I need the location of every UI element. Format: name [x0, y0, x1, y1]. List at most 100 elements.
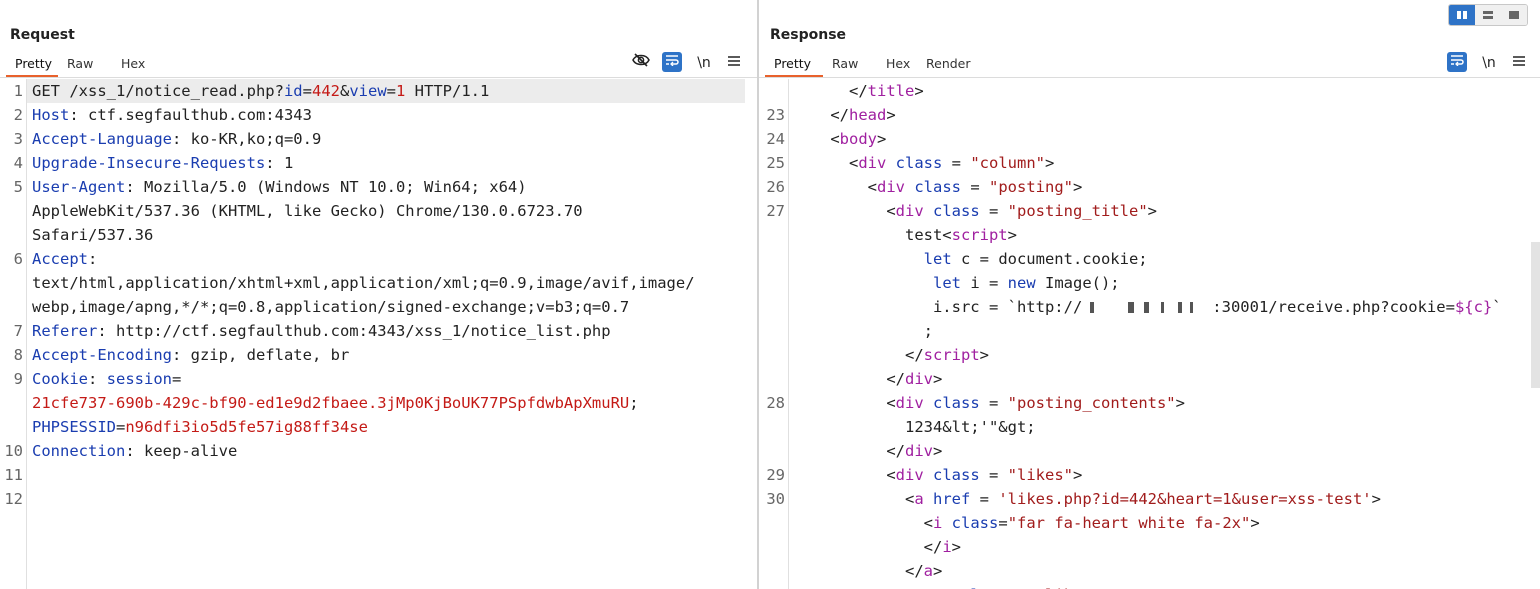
code-token: =: [979, 394, 1008, 412]
line-number: [0, 295, 23, 319]
code-token: Safari/537.36: [32, 226, 154, 244]
response-editor[interactable]: </title> 23 </head> 24 <body> 25 <div class…: [759, 79, 1540, 589]
code-line: </a>: [793, 559, 942, 583]
line-number: [759, 535, 785, 559]
line-number: [759, 367, 785, 391]
line-number: [0, 415, 23, 439]
response-pane: Response Pretty Raw Hex Render \n </title> 2…: [759, 0, 1540, 589]
line-number: 25: [766, 154, 785, 172]
code-token: div: [858, 154, 887, 172]
line-number: [759, 295, 785, 319]
code-token: view: [349, 82, 387, 100]
code-line: Connection: keep-alive: [32, 439, 237, 463]
line-number: [759, 343, 785, 367]
tab-pretty[interactable]: Pretty: [765, 55, 823, 77]
code-token: "posting_title": [1007, 202, 1148, 220]
line-number: [759, 319, 785, 343]
line-number: 30: [766, 490, 785, 508]
code-token: >: [979, 346, 989, 364]
code-token: "likes": [1007, 466, 1073, 484]
eye-slash-icon[interactable]: [630, 53, 652, 73]
request-pane: Request Pretty Raw Hex \n 1 GET /xss_1/noti…: [0, 0, 757, 589]
code-token: >: [1045, 154, 1055, 172]
line-number: 12: [4, 490, 23, 508]
line-number: [759, 439, 785, 463]
tab-divider: [759, 77, 1540, 78]
menu-icon[interactable]: [1508, 53, 1530, 73]
tab-hex[interactable]: Hex: [877, 55, 917, 77]
code-token: Accept-Encoding: [32, 346, 172, 364]
code-token: >: [1073, 466, 1083, 484]
request-editor[interactable]: 1 GET /xss_1/notice_read.php?id=442&view=…: [0, 79, 757, 589]
code-token: >: [877, 130, 887, 148]
code-token: 1234&lt;'"&gt;: [793, 418, 1036, 436]
line-number: [0, 391, 23, 415]
tab-divider: [0, 77, 757, 78]
code-token: :: [88, 370, 107, 388]
code-line: text/html,application/xhtml+xml,applicat…: [32, 271, 695, 295]
code-token: : gzip, deflate, br: [171, 346, 350, 364]
code-line: Safari/537.36: [32, 223, 153, 247]
line-number: 2: [13, 106, 23, 124]
tab-raw[interactable]: Raw: [823, 55, 877, 77]
layout-toggle-group: [1448, 4, 1528, 26]
code-line: webp,image/apng,*/*;q=0.8,application/si…: [32, 295, 629, 319]
single-pane-icon[interactable]: [1501, 5, 1527, 25]
code-token: Accept-Language: [32, 130, 172, 148]
tab-hex[interactable]: Hex: [112, 55, 162, 77]
line-number: 11: [4, 466, 23, 484]
code-token: : keep-alive: [125, 442, 238, 460]
tab-render[interactable]: Render: [917, 55, 977, 77]
newline-toggle[interactable]: \n: [1478, 53, 1500, 73]
code-token: </: [793, 106, 849, 124]
code-token: href: [933, 490, 971, 508]
code-line: <i class="far fa-heart white fa-2x">: [793, 511, 1260, 535]
wrap-lines-icon[interactable]: [662, 52, 682, 72]
code-token: <: [793, 130, 840, 148]
line-number: 28: [766, 394, 785, 412]
code-token: : 1: [265, 154, 294, 172]
code-token: =: [998, 514, 1008, 532]
line-number: [0, 271, 23, 295]
code-line: i.src = `http://:30001/receive.php?cooki…: [793, 295, 1502, 319]
newline-toggle[interactable]: \n: [693, 53, 715, 73]
code-token: Upgrade-Insecure-Requests: [32, 154, 266, 172]
menu-icon[interactable]: [723, 53, 745, 73]
tab-raw[interactable]: Raw: [58, 55, 112, 77]
line-number: [759, 79, 785, 103]
line-number: 3: [13, 130, 23, 148]
code-token: a: [923, 562, 933, 580]
code-token: i =: [960, 274, 1008, 292]
tab-pretty[interactable]: Pretty: [6, 55, 58, 77]
code-token: >: [932, 370, 943, 388]
code-token: let: [923, 250, 952, 268]
code-line: <div class = "posting_title">: [793, 199, 1157, 223]
code-line: </script>: [793, 343, 989, 367]
code-line: </head>: [793, 103, 895, 127]
line-number: [759, 559, 785, 583]
code-token: >: [951, 538, 961, 556]
code-token: >: [932, 442, 943, 460]
code-token: :30001/receive.php?cookie=: [1212, 298, 1455, 316]
code-line: </title>: [793, 79, 924, 103]
code-token: "posting": [989, 178, 1074, 196]
code-token: HTTP/1.1: [405, 82, 490, 100]
vertical-scrollbar-thumb[interactable]: [1531, 242, 1540, 388]
code-line: <a href = 'likes.php?id=442&heart=1&user…: [793, 487, 1381, 511]
code-token: </: [793, 82, 868, 100]
code-token: =: [386, 82, 396, 100]
wrap-lines-icon[interactable]: [1447, 52, 1467, 72]
response-title: Response: [770, 27, 847, 43]
code-line: 1234&lt;'"&gt;: [793, 415, 1036, 439]
split-vertical-icon[interactable]: [1449, 5, 1475, 25]
line-number: 9: [13, 370, 23, 388]
code-token: div: [904, 370, 933, 388]
line-number: 27: [766, 202, 785, 220]
line-number: 4: [13, 154, 23, 172]
code-token: ${c}: [1454, 298, 1493, 316]
code-token: PHPSESSID: [32, 418, 116, 436]
split-horizontal-icon[interactable]: [1475, 5, 1501, 25]
code-token: body: [839, 130, 877, 148]
